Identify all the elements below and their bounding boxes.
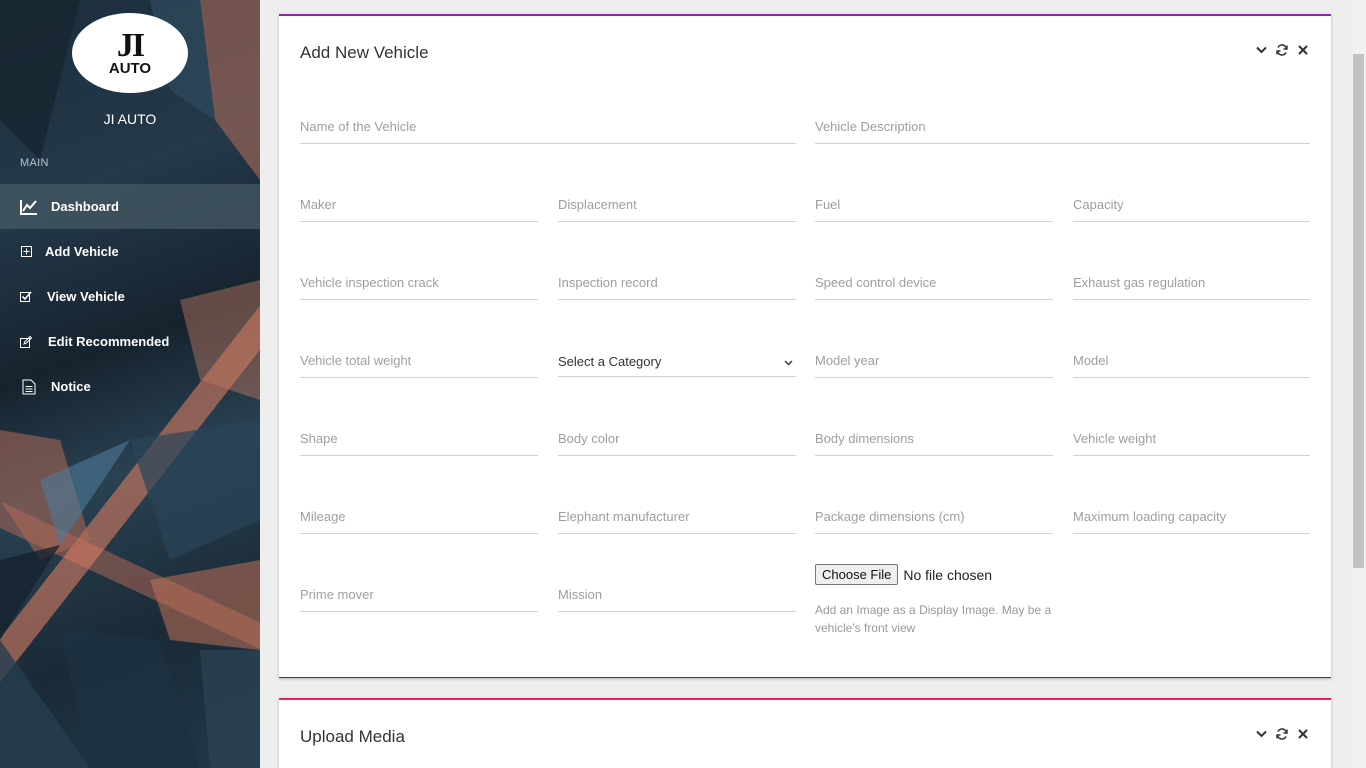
max-loading-field — [1073, 504, 1310, 534]
inspection-crack-input[interactable] — [300, 270, 538, 295]
exhaust-input[interactable] — [1073, 270, 1310, 295]
inspection-crack-field — [300, 270, 538, 300]
sidebar-nav: Dashboard Add Vehicle View Vehicle Edit … — [0, 184, 260, 409]
file-upload: Choose File No file chosen — [815, 564, 992, 585]
vehicle-weight-input[interactable] — [1073, 426, 1310, 451]
capacity-field — [1073, 192, 1310, 222]
sidebar: JI AUTO JI AUTO MAIN Dashboard Add Vehic… — [0, 0, 260, 768]
card-tools — [1255, 44, 1309, 56]
fuel-input[interactable] — [815, 192, 1053, 217]
package-dimensions-input[interactable] — [815, 504, 1053, 529]
displacement-input[interactable] — [558, 192, 796, 217]
check-square-icon — [20, 288, 32, 306]
model-year-input[interactable] — [815, 348, 1053, 373]
vehicle-name-field — [300, 114, 796, 144]
category-select-value: Select a Category — [558, 354, 662, 369]
sidebar-item-edit-recommended[interactable]: Edit Recommended — [0, 319, 260, 364]
file-help-text: Add an Image as a Display Image. May be … — [815, 603, 1052, 635]
fuel-field — [815, 192, 1053, 222]
sidebar-item-label: Notice — [51, 379, 91, 394]
body-dimensions-input[interactable] — [815, 426, 1053, 451]
sidebar-item-view-vehicle[interactable]: View Vehicle — [0, 274, 260, 319]
sidebar-item-label: Edit Recommended — [48, 334, 170, 349]
plus-square-icon — [20, 243, 32, 261]
document-icon — [20, 378, 38, 396]
add-vehicle-card: Add New Vehicle Name of the Vehicle Vehi… — [279, 14, 1331, 678]
capacity-input[interactable] — [1073, 192, 1310, 217]
maker-input[interactable] — [300, 192, 538, 217]
speed-control-field — [815, 270, 1053, 300]
inspection-record-input[interactable] — [558, 270, 796, 295]
refresh-icon[interactable] — [1276, 44, 1288, 56]
upload-media-card: Upload Media — [279, 698, 1331, 768]
chevron-down-icon — [784, 354, 793, 369]
inspection-record-field — [558, 270, 796, 300]
collapse-icon[interactable] — [1255, 44, 1267, 56]
vehicle-description-field — [815, 114, 1310, 144]
elephant-manufacturer-field — [558, 504, 796, 534]
prime-mover-field — [300, 582, 538, 612]
body-color-field — [558, 426, 796, 456]
brand-name: JI AUTO — [103, 111, 157, 127]
card-title: Add New Vehicle — [300, 43, 429, 62]
refresh-icon[interactable] — [1276, 728, 1288, 740]
total-weight-input[interactable] — [300, 348, 538, 373]
sidebar-item-label: View Vehicle — [47, 289, 125, 304]
sidebar-item-add-vehicle[interactable]: Add Vehicle — [0, 229, 260, 274]
vehicle-weight-field — [1073, 426, 1310, 456]
model-input[interactable] — [1073, 348, 1310, 373]
model-field — [1073, 348, 1310, 378]
mileage-field — [300, 504, 538, 534]
edit-icon — [20, 333, 32, 351]
sidebar-item-dashboard[interactable]: Dashboard — [0, 184, 260, 229]
sidebar-section-label: MAIN — [20, 157, 49, 169]
vehicle-name-input[interactable] — [300, 114, 796, 139]
body-color-input[interactable] — [558, 426, 796, 451]
speed-control-input[interactable] — [815, 270, 1053, 295]
body-dimensions-field — [815, 426, 1053, 456]
mission-field — [558, 582, 796, 612]
card-tools — [1255, 728, 1309, 740]
elephant-manufacturer-input[interactable] — [558, 504, 796, 529]
chart-line-icon — [20, 198, 38, 216]
logo-word: AUTO — [108, 59, 152, 77]
max-loading-input[interactable] — [1073, 504, 1310, 529]
package-dimensions-field — [815, 504, 1053, 534]
logo[interactable]: JI AUTO — [72, 13, 188, 93]
close-icon[interactable] — [1297, 728, 1309, 740]
choose-file-button[interactable]: Choose File — [815, 564, 899, 585]
sidebar-item-label: Dashboard — [51, 199, 119, 214]
model-year-field — [815, 348, 1053, 378]
shape-input[interactable] — [300, 426, 538, 451]
category-select[interactable]: Select a Category — [558, 347, 796, 377]
shape-field — [300, 426, 538, 456]
vehicle-description-input[interactable] — [815, 114, 1310, 139]
maker-field — [300, 192, 538, 222]
sidebar-item-label: Add Vehicle — [45, 244, 119, 259]
prime-mover-input[interactable] — [300, 582, 538, 607]
sidebar-item-notice[interactable]: Notice — [0, 364, 260, 409]
displacement-field — [558, 192, 796, 222]
total-weight-field — [300, 348, 538, 378]
file-status: No file chosen — [903, 566, 993, 583]
scrollbar-thumb[interactable] — [1353, 54, 1364, 568]
mission-input[interactable] — [558, 582, 796, 607]
mileage-input[interactable] — [300, 504, 538, 529]
card-title: Upload Media — [300, 727, 405, 746]
collapse-icon[interactable] — [1255, 728, 1267, 740]
page-scrollbar[interactable] — [1351, 0, 1366, 768]
exhaust-field — [1073, 270, 1310, 300]
logo-mark: JI — [116, 26, 145, 64]
close-icon[interactable] — [1297, 44, 1309, 56]
